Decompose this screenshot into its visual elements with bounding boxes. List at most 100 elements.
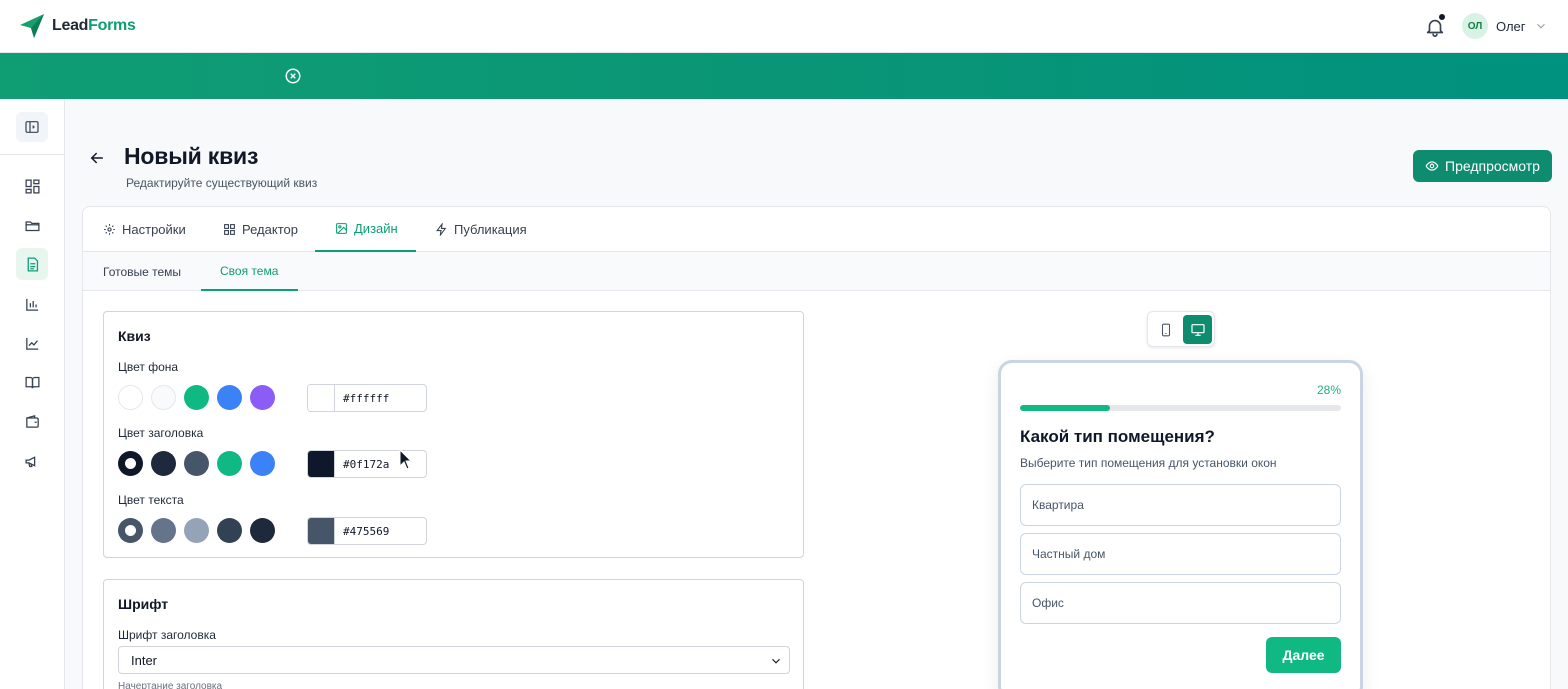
device-toggle — [1147, 311, 1215, 347]
swatch-slate-dark[interactable] — [151, 451, 176, 476]
close-circle-icon[interactable] — [284, 67, 302, 85]
text-color-input[interactable]: #475569 — [307, 517, 427, 545]
folder-icon — [24, 220, 40, 231]
sidebar-divider — [0, 154, 65, 155]
notification-dot — [1439, 14, 1445, 20]
answer-option[interactable]: Частный дом — [1020, 533, 1341, 575]
hex-value[interactable]: #475569 — [335, 518, 389, 544]
sidebar-expand-icon — [25, 121, 39, 133]
megaphone-icon — [24, 455, 35, 467]
sidebar-item-quizzes[interactable] — [16, 248, 48, 280]
dashboard-icon — [24, 178, 40, 194]
page-title: Новый квиз — [124, 143, 259, 169]
tab-label: Редактор — [242, 222, 298, 237]
text-color-label: Цвет текста — [118, 493, 184, 507]
back-arrow-icon[interactable] — [88, 149, 106, 167]
tab-design[interactable]: Дизайн — [315, 207, 416, 252]
gear-icon — [104, 224, 115, 235]
mouse-cursor-icon — [399, 449, 413, 470]
user-menu[interactable]: ОЛ Олег — [1462, 13, 1548, 39]
swatch-slate-mid[interactable] — [151, 518, 176, 543]
tab-publish[interactable]: Публикация — [435, 207, 527, 252]
swatch-green[interactable] — [217, 451, 242, 476]
question-hint: Выберите тип помещения для установки око… — [1020, 456, 1277, 470]
sidebar-item-billing[interactable] — [16, 405, 48, 437]
mobile-view-button[interactable] — [1151, 315, 1180, 344]
swatch-blue[interactable] — [250, 451, 275, 476]
heading-color-swatches — [118, 451, 275, 476]
color-preview[interactable] — [308, 385, 335, 411]
sidebar-item-analytics[interactable] — [16, 327, 48, 359]
grid-icon — [224, 224, 235, 235]
question-title: Какой тип помещения? — [1020, 427, 1215, 446]
next-button[interactable]: Далее — [1266, 637, 1341, 673]
quiz-colors-section: Квиз Цвет фона #ffffff Цвет заголовка #0… — [103, 311, 804, 558]
desktop-view-button[interactable] — [1183, 315, 1212, 344]
bar-chart-icon — [25, 298, 38, 311]
color-preview[interactable] — [308, 451, 335, 477]
book-icon — [24, 376, 40, 388]
swatch-slate-light[interactable] — [184, 518, 209, 543]
logo-lead-text: Lead — [52, 17, 89, 34]
tab-settings[interactable]: Настройки — [103, 207, 186, 252]
heading-color-label: Цвет заголовка — [118, 426, 204, 440]
editor-card: Настройки Редактор Дизайн Публикация Гот… — [82, 206, 1551, 689]
swatch-slate[interactable] — [184, 451, 209, 476]
section-title: Шрифт — [118, 596, 169, 612]
text-color-swatches — [118, 518, 275, 543]
preview-button-label: Предпросмотр — [1445, 158, 1540, 174]
tab-label: Дизайн — [354, 221, 398, 236]
swatch-blue[interactable] — [217, 385, 242, 410]
sidebar-item-dashboard[interactable] — [16, 170, 48, 202]
subtab-label: Своя тема — [220, 263, 279, 278]
bg-color-input[interactable]: #ffffff — [307, 384, 427, 412]
swatch-white[interactable] — [118, 385, 143, 410]
swatch-light-gray[interactable] — [151, 385, 176, 410]
answer-option[interactable]: Квартира — [1020, 484, 1341, 526]
sidebar-item-marketing[interactable] — [16, 445, 48, 477]
hex-value[interactable]: #0f172a — [335, 451, 389, 477]
hex-value[interactable]: #ffffff — [335, 385, 389, 411]
theme-subtabs: Готовые темы Своя тема — [83, 252, 1550, 291]
line-chart-icon — [25, 337, 38, 350]
promo-banner — [0, 53, 1568, 99]
swatch-slate-selected[interactable] — [118, 518, 143, 543]
progress-bar — [1020, 405, 1341, 411]
logo[interactable]: LeadForms — [18, 12, 136, 40]
sidebar-item-stats[interactable] — [16, 288, 48, 320]
swatch-slate-deep[interactable] — [217, 518, 242, 543]
sidebar-item-folders[interactable] — [16, 209, 48, 241]
main-tabs: Настройки Редактор Дизайн Публикация — [83, 207, 1550, 252]
swatch-navy-selected[interactable] — [118, 451, 143, 476]
swatch-purple[interactable] — [250, 385, 275, 410]
select-value: Inter — [131, 652, 158, 668]
image-icon — [336, 223, 347, 234]
tab-label: Публикация — [454, 222, 527, 237]
eye-icon — [1425, 161, 1439, 171]
tab-label: Настройки — [122, 222, 186, 237]
font-section: Шрифт Шрифт заголовка Inter Начертание з… — [103, 579, 804, 689]
monitor-icon — [1190, 323, 1205, 336]
subtab-custom-theme[interactable]: Своя тема — [201, 252, 298, 291]
sidebar-toggle-button[interactable] — [16, 112, 48, 142]
subtab-ready-themes[interactable]: Готовые темы — [103, 252, 181, 291]
swatch-slate-darkest[interactable] — [250, 518, 275, 543]
answer-option[interactable]: Офис — [1020, 582, 1341, 624]
color-preview[interactable] — [308, 518, 335, 544]
logo-forms-text: Forms — [88, 17, 136, 34]
swatch-green[interactable] — [184, 385, 209, 410]
preview-button[interactable]: Предпросмотр — [1413, 150, 1552, 182]
avatar: ОЛ — [1462, 13, 1488, 39]
chevron-down-icon — [772, 658, 780, 664]
document-icon — [27, 256, 38, 272]
wallet-icon — [25, 414, 39, 428]
quiz-preview: 28% Какой тип помещения? Выберите тип по… — [998, 360, 1363, 689]
tab-editor[interactable]: Редактор — [223, 207, 298, 252]
heading-font-label: Шрифт заголовка — [118, 628, 216, 642]
heading-style-label: Начертание заголовка — [118, 681, 223, 689]
bg-color-label: Цвет фона — [118, 360, 179, 374]
sidebar-item-docs[interactable] — [16, 366, 48, 398]
heading-font-select[interactable]: Inter — [118, 646, 790, 674]
subtab-label: Готовые темы — [103, 264, 182, 279]
sidebar — [0, 99, 65, 689]
